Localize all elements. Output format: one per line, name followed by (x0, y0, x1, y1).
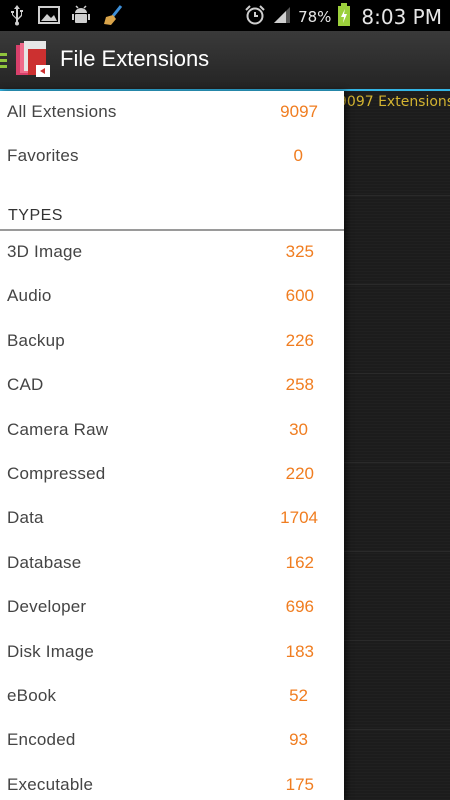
drawer-item-label: Favorites (7, 146, 79, 165)
drawer-item-audio[interactable]: Audio 600 (0, 275, 344, 319)
status-bar: 78% 8:03 PM (0, 0, 450, 31)
battery-charging-icon (337, 3, 351, 31)
usb-icon (6, 4, 28, 26)
drawer-item-count: 696 (285, 597, 314, 616)
drawer-item-label: Audio (7, 286, 52, 305)
drawer-item-all-extensions[interactable]: All Extensions 9097 (0, 91, 344, 135)
drawer-item-disk-image[interactable]: Disk Image 183 (0, 631, 344, 675)
drawer-item-label: Data (7, 508, 44, 527)
drawer-item-count: 600 (285, 286, 314, 305)
drawer-item-label: Backup (7, 331, 65, 350)
signal-icon (272, 5, 292, 29)
status-indicators: 78% 8:03 PM (244, 3, 442, 31)
battery-percent: 78% (298, 8, 332, 26)
drawer-item-count: 325 (285, 242, 314, 261)
drawer-item-count: 220 (285, 464, 314, 483)
drawer-item-count: 183 (285, 642, 314, 661)
drawer-item-label: Disk Image (7, 642, 95, 661)
drawer-item-count: 0 (293, 146, 303, 165)
drawer-item-count: 30 (289, 420, 308, 439)
drawer-item-label: Encoded (7, 730, 76, 749)
drawer-item-data[interactable]: Data 1704 (0, 497, 344, 541)
image-icon (38, 4, 60, 26)
drawer-item-encoded[interactable]: Encoded 93 (0, 719, 344, 763)
drawer-item-camera-raw[interactable]: Camera Raw 30 (0, 409, 344, 453)
drawer-item-backup[interactable]: Backup 226 (0, 320, 344, 364)
drawer-indicator-icon[interactable] (0, 53, 7, 71)
drawer-item-compressed[interactable]: Compressed 220 (0, 453, 344, 497)
drawer-item-label: Database (7, 553, 82, 572)
broom-icon (102, 4, 124, 26)
drawer-item-count: 258 (285, 375, 314, 394)
clock: 8:03 PM (361, 5, 442, 29)
drawer-item-3d-image[interactable]: 3D Image 325 (0, 231, 344, 275)
drawer-item-label: 3D Image (7, 242, 83, 261)
drawer-item-developer[interactable]: Developer 696 (0, 586, 344, 630)
alarm-icon (244, 4, 266, 30)
drawer-item-database[interactable]: Database 162 (0, 542, 344, 586)
app-logo-icon[interactable] (14, 39, 54, 81)
drawer-item-label: Executable (7, 775, 94, 794)
drawer-item-label: Developer (7, 597, 87, 616)
drawer-item-count: 162 (285, 553, 314, 572)
android-debug-icon (70, 4, 92, 26)
drawer-item-favorites[interactable]: Favorites 0 (0, 135, 344, 179)
drawer-item-count: 175 (285, 775, 314, 794)
drawer-item-label: CAD (7, 375, 44, 394)
notification-icons (6, 4, 124, 26)
drawer-item-ebook[interactable]: eBook 52 (0, 675, 344, 719)
drawer-item-count: 9097 (280, 102, 318, 121)
drawer-item-label: All Extensions (7, 102, 117, 121)
drawer-item-executable[interactable]: Executable 175 (0, 764, 344, 800)
drawer-item-label: eBook (7, 686, 57, 705)
drawer-item-count: 93 (289, 730, 308, 749)
extensions-count-text: 9097 Extensions (338, 94, 450, 110)
section-header-types: TYPES (8, 207, 63, 224)
drawer-item-cad[interactable]: CAD 258 (0, 364, 344, 408)
navigation-drawer: All Extensions 9097 Favorites 0 TYPES 3D… (0, 91, 344, 800)
main-content-behind-drawer: 9097 Extensions (338, 91, 450, 800)
drawer-item-label: Camera Raw (7, 420, 109, 439)
app-title: File Extensions (60, 46, 210, 71)
drawer-item-count: 1704 (280, 508, 318, 527)
drawer-item-count: 52 (289, 686, 308, 705)
action-bar: File Extensions (0, 31, 450, 91)
drawer-item-label: Compressed (7, 464, 106, 483)
drawer-item-count: 226 (285, 331, 314, 350)
